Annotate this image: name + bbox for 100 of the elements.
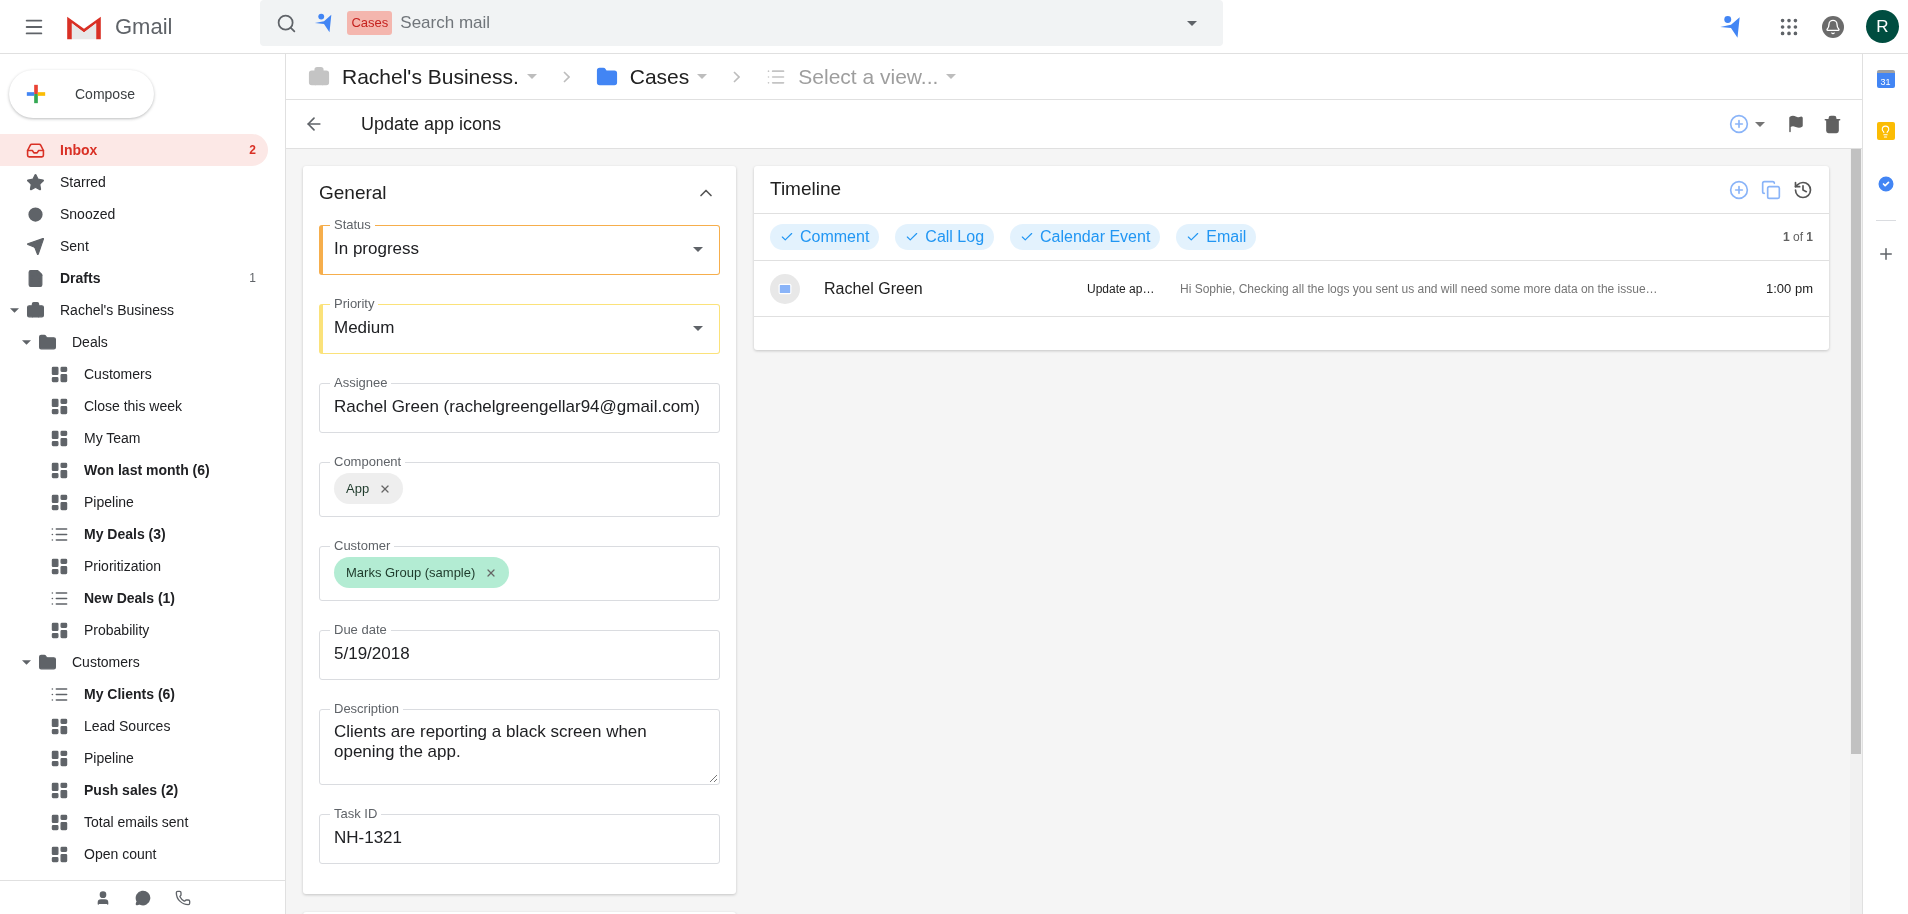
dashboard-icon [50, 716, 69, 736]
check-icon [1020, 230, 1035, 244]
briefcase-icon [308, 65, 330, 88]
sidebar-item[interactable]: Customers [0, 358, 268, 390]
app-name: Gmail [115, 13, 173, 41]
search-icon[interactable] [276, 12, 298, 34]
sidebar-item[interactable]: Pipeline [0, 742, 268, 774]
history-icon[interactable] [1793, 179, 1813, 200]
email-avatar-icon [770, 273, 800, 304]
sidebar-item[interactable]: My Deals (3) [0, 518, 268, 550]
chip[interactable]: Marks Group (sample) [334, 557, 510, 588]
check-icon [905, 230, 920, 244]
check-icon [1186, 230, 1201, 244]
calendar-icon[interactable]: 31 [1876, 70, 1895, 88]
text-area-field[interactable]: Description Clients are reporting a black screen when opening the app. [319, 702, 720, 785]
send-icon [26, 236, 45, 256]
chip-input-field[interactable]: Customer Marks Group (sample) [319, 539, 720, 601]
trash-icon[interactable] [1823, 114, 1842, 134]
sidebar-item[interactable]: Rachel's Business [0, 294, 268, 326]
sidebar-item[interactable]: Pipeline [0, 486, 268, 518]
tasks-icon[interactable] [1875, 174, 1896, 194]
sidebar-item[interactable]: Starred [0, 166, 268, 198]
phone-icon[interactable] [174, 889, 191, 906]
dashboard-icon [50, 364, 69, 384]
unread-count: 1 [249, 270, 257, 287]
dropdown-caret-icon [693, 325, 703, 331]
field-label: Task ID [333, 807, 379, 821]
input-field[interactable]: Assignee Rachel Green (rachelgreengellar94@gmail.com) [319, 376, 720, 433]
search-input[interactable]: Search mail [400, 10, 1188, 36]
sidebar-item[interactable]: Won last month (6) [0, 454, 268, 486]
caret-icon [697, 74, 708, 79]
sidebar-item[interactable]: Open count [0, 838, 268, 870]
sidebar-item[interactable]: New Deals (1) [0, 582, 268, 614]
email-snippet: Hi Sophie, Checking all the logs you sent us and will need some more data on the issue… [1180, 280, 1659, 298]
avatar[interactable]: R [1866, 10, 1899, 43]
pager-text: 1 of 1 [1782, 229, 1813, 246]
chip-label: App [346, 479, 370, 498]
breadcrumb-dropdown[interactable]: Cases [629, 60, 708, 93]
scrollbar[interactable] [1850, 149, 1862, 914]
sidebar-item[interactable]: Sent [0, 230, 268, 262]
sidebar-item[interactable]: Deals [0, 326, 268, 358]
sidebar-item[interactable]: Snoozed [0, 198, 268, 230]
expand-caret-icon[interactable] [22, 659, 31, 665]
input-field[interactable]: Task ID NH-1321 [319, 807, 720, 864]
dashboard-icon [50, 428, 69, 448]
folder-icon [595, 65, 618, 88]
compose-button[interactable]: Compose [9, 70, 154, 118]
sidebar-item[interactable]: Inbox 2 [0, 134, 268, 166]
document-icon [26, 268, 45, 288]
unread-count: 2 [249, 142, 257, 159]
field-label: Status [333, 218, 372, 232]
expand-caret-icon[interactable] [22, 339, 31, 345]
email-time: 1:00 pm [1766, 279, 1813, 298]
sidebar-item[interactable]: Prioritization [0, 550, 268, 582]
caret-icon [946, 74, 957, 79]
email-subject: Update ap… [1087, 280, 1156, 298]
dashboard-icon [50, 812, 69, 832]
inbox-icon [26, 140, 45, 160]
dashboard-icon [50, 620, 69, 640]
expand-caret-icon[interactable] [10, 307, 19, 313]
sidebar-item[interactable]: Close this week [0, 390, 268, 422]
resize-handle-icon[interactable] [709, 774, 717, 782]
field-label: Assignee [333, 376, 389, 390]
sidebar-item[interactable]: Drafts 1 [0, 262, 268, 294]
field-label: Description [333, 702, 401, 716]
input-field[interactable]: Due date 5/19/2018 [319, 623, 720, 680]
sender-name: Rachel Green [824, 278, 924, 299]
briefcase-icon [26, 300, 45, 320]
search-options-caret-icon [1187, 20, 1198, 26]
timeline-entry[interactable]: Rachel Green Update ap… Hi Sophie, Checking all the logs you sent us and will need some more data on the issue… 1:00 pm [754, 261, 1829, 317]
chip-input-field[interactable]: Component App [319, 455, 720, 517]
sidebar-item[interactable]: Probability [0, 614, 268, 646]
sidebar-item[interactable]: Customers [0, 646, 268, 678]
dashboard-icon [50, 748, 69, 768]
dropdown-field[interactable]: Priority Medium [319, 297, 720, 354]
dropdown-field[interactable]: Status In progress [319, 218, 720, 275]
flag-icon[interactable] [1787, 115, 1805, 133]
folder-icon [38, 332, 57, 352]
field-label: Due date [333, 623, 388, 637]
notifications-icon[interactable] [1822, 15, 1844, 38]
breadcrumb-dropdown[interactable]: Rachel's Business. [342, 60, 537, 93]
breadcrumb-separator-icon [562, 70, 570, 83]
record-title: Update app icons [361, 112, 502, 136]
sidebar-item[interactable]: Push sales (2) [0, 774, 268, 806]
dashboard-icon [50, 556, 69, 576]
field-label: Priority [333, 297, 376, 311]
add-caret-icon [1755, 121, 1765, 127]
dashboard-icon [50, 460, 69, 480]
sidebar-item[interactable]: Lead Sources [0, 710, 268, 742]
folder-icon [38, 652, 57, 672]
chip[interactable]: App [334, 473, 404, 504]
sidebar-item[interactable]: My Clients (6) [0, 678, 268, 710]
dropdown-caret-icon [693, 246, 703, 252]
hangouts-icon[interactable] [134, 889, 151, 906]
plus-icon [25, 83, 47, 105]
field-label: Component [333, 455, 403, 469]
sidebar-item[interactable]: Total emails sent [0, 806, 268, 838]
card-title: General [319, 180, 388, 205]
sidebar-item[interactable]: My Team [0, 422, 268, 454]
breadcrumb-separator-icon [733, 70, 741, 83]
